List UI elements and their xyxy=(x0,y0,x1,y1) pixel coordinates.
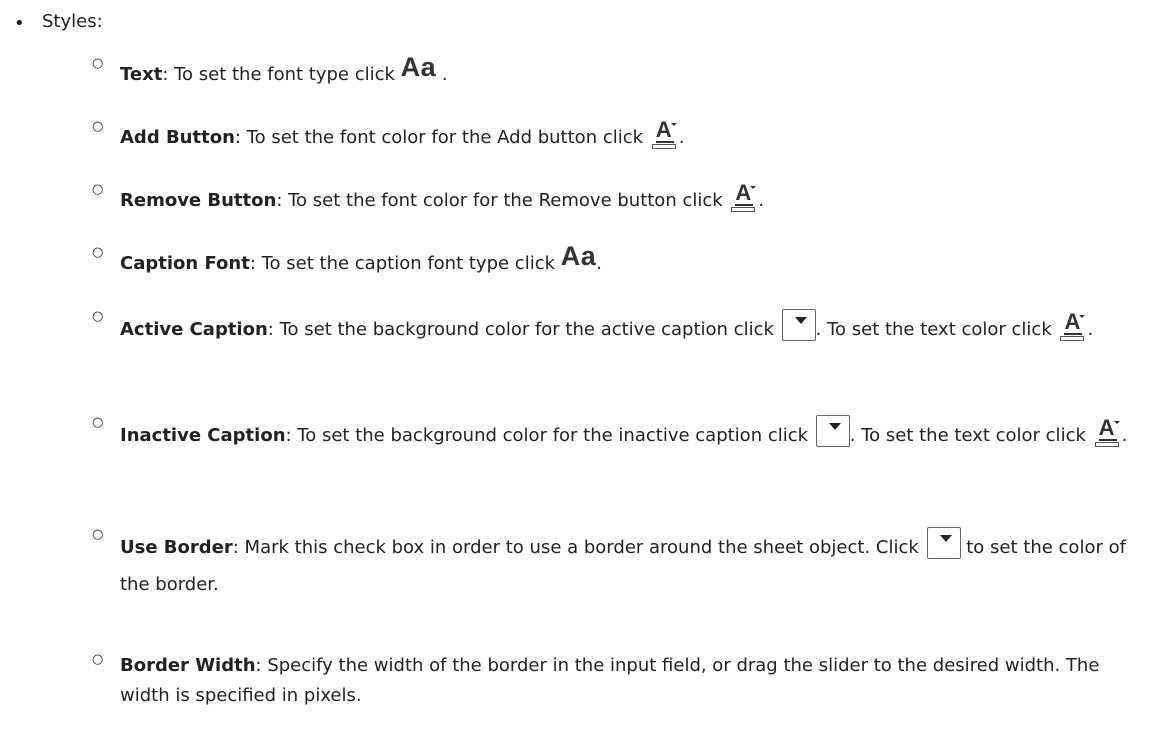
circle-bullet: ○ xyxy=(92,245,104,260)
desc-use-border-1: : Mark this check box in order to use a … xyxy=(232,537,925,558)
desc-inactive-caption-1: : To set the background color for the in… xyxy=(285,425,814,446)
punct: . xyxy=(758,190,765,211)
desc-border-width: : Specify the width of the border in the… xyxy=(120,655,1100,706)
list-item-inactive-caption: ○ Inactive Caption: To set the backgroun… xyxy=(0,415,1130,454)
font-type-icon[interactable]: Aa xyxy=(561,243,597,270)
font-color-icon[interactable]: A xyxy=(1094,417,1122,448)
list-item-remove-button: ○ Remove Button: To set the font color f… xyxy=(0,182,1130,219)
punct: . xyxy=(436,64,448,85)
color-picker-icon[interactable] xyxy=(781,309,816,341)
list-item-border-width: ○ Border Width: Specify the width of the… xyxy=(0,651,1130,711)
term-inactive-caption: Inactive Caption xyxy=(120,425,286,446)
color-picker-icon[interactable] xyxy=(815,415,850,447)
styles-item: • Styles: ○ Text: To set the font type c… xyxy=(0,0,1172,706)
circle-bullet: ○ xyxy=(92,652,104,667)
circle-bullet: ○ xyxy=(92,56,104,71)
desc-active-caption-2: . To set the text color click xyxy=(815,319,1058,340)
term-caption-font: Caption Font xyxy=(120,253,250,274)
desc-caption-font: : To set the caption font type click xyxy=(249,253,561,274)
desc-active-caption-1: : To set the background color for the ac… xyxy=(267,319,780,340)
term-text: Text xyxy=(120,64,163,85)
term-active-caption: Active Caption xyxy=(120,319,268,340)
list-item-active-caption: ○ Active Caption: To set the background … xyxy=(0,309,1130,348)
list-item-caption-font: ○ Caption Font: To set the caption font … xyxy=(0,243,1130,282)
punct: . xyxy=(1121,425,1128,446)
circle-bullet: ○ xyxy=(92,182,104,197)
bullet: • xyxy=(14,13,25,34)
list-item-text: ○ Text: To set the font type click Aa . xyxy=(0,54,1130,93)
list-item-add-button: ○ Add Button: To set the font color for … xyxy=(0,119,1130,156)
punct: . xyxy=(596,253,602,274)
styles-heading: Styles: xyxy=(42,11,103,32)
circle-bullet: ○ xyxy=(92,527,104,542)
term-add-button: Add Button xyxy=(120,127,235,148)
circle-bullet: ○ xyxy=(92,415,104,430)
punct: . xyxy=(1087,319,1094,340)
term-use-border: Use Border xyxy=(120,537,233,558)
list-item-use-border: ○ Use Border: Mark this check box in ord… xyxy=(0,527,1130,603)
punct: . xyxy=(678,127,685,148)
term-border-width: Border Width xyxy=(120,655,256,676)
desc-inactive-caption-2: . To set the text color click xyxy=(849,425,1092,446)
styles-list: • Styles: ○ Text: To set the font type c… xyxy=(0,0,1172,706)
font-color-icon[interactable]: A xyxy=(731,182,758,213)
color-picker-icon[interactable] xyxy=(926,527,961,559)
desc-add-button: : To set the font color for the Add butt… xyxy=(234,127,649,148)
term-remove-button: Remove Button xyxy=(120,190,277,211)
font-color-icon[interactable]: A xyxy=(651,119,679,150)
circle-bullet: ○ xyxy=(92,309,104,324)
circle-bullet: ○ xyxy=(92,119,104,134)
desc-text: : To set the font type click xyxy=(162,64,401,85)
font-type-icon[interactable]: Aa xyxy=(401,54,437,81)
desc-remove-button: : To set the font color for the Remove b… xyxy=(276,190,729,211)
font-color-icon[interactable]: A xyxy=(1060,311,1087,342)
